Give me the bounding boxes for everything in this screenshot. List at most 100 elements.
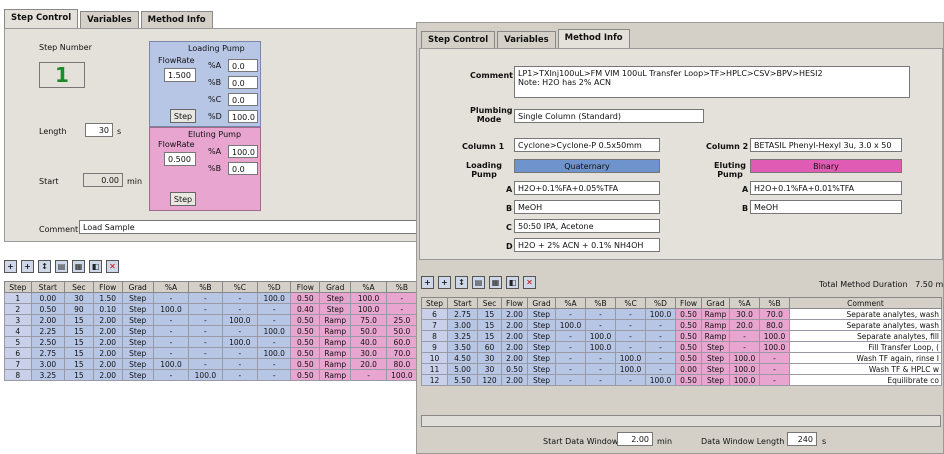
eluting-b-field[interactable]: 0.0	[228, 162, 258, 175]
table-cell[interactable]: 100.0	[729, 352, 760, 364]
table-cell[interactable]: -	[585, 319, 616, 331]
table-cell[interactable]: -	[152, 347, 190, 359]
eluting-step-button[interactable]: Step	[170, 192, 196, 206]
table-cell[interactable]: -	[221, 292, 259, 304]
table-cell[interactable]: Wash TF again, rinse I	[789, 352, 942, 364]
table-cell[interactable]: 2.00	[501, 374, 528, 386]
table-cell[interactable]: 100.0	[645, 374, 676, 386]
table-cell[interactable]: 3.00	[30, 358, 65, 370]
table-cell[interactable]: 100.0	[350, 303, 387, 315]
table-cell[interactable]: 0.50	[290, 314, 321, 326]
table-cell[interactable]: 60	[477, 341, 502, 353]
table-cell[interactable]: Step	[701, 341, 730, 353]
chart-icon[interactable]: ▤	[55, 260, 68, 273]
table-cell[interactable]: 100.0	[385, 369, 419, 381]
table-cell[interactable]: 15	[63, 358, 94, 370]
table-cell[interactable]: 15	[477, 330, 502, 342]
table-cell[interactable]: Equilibrate co	[789, 374, 942, 386]
table-cell[interactable]: 2.00	[92, 358, 123, 370]
table-cell[interactable]: 0.00	[675, 363, 702, 375]
table-cell[interactable]: 30	[477, 363, 502, 375]
table-cell[interactable]: -	[645, 330, 676, 342]
table-cell[interactable]: Step	[121, 358, 154, 370]
loading-c-field[interactable]: 0.0	[228, 93, 258, 106]
plumbing-field[interactable]: Single Column (Standard)	[514, 109, 704, 123]
table-cell[interactable]: Step	[527, 308, 556, 320]
table-cell[interactable]: Step	[121, 292, 154, 304]
method-comment-field[interactable]: LP1>TXInj100uL>FM VIM 100uL Transfer Loo…	[514, 66, 910, 98]
table-cell[interactable]: 100.0	[759, 330, 790, 342]
table-row[interactable]: 10 4.50 30 2.00 Step - -100.0-0.50 Step 100.0- Wa…	[421, 352, 942, 364]
table-cell[interactable]: 1	[4, 292, 32, 304]
table-cell[interactable]: -	[221, 303, 259, 315]
table-cell[interactable]: -	[350, 369, 387, 381]
table-cell[interactable]: Ramp	[319, 369, 352, 381]
table-cell[interactable]: Ramp	[319, 314, 352, 326]
table-cell[interactable]: -	[221, 347, 259, 359]
chart-icon[interactable]: ▤	[472, 276, 485, 289]
table-cell[interactable]: 2.00	[92, 347, 123, 359]
table-cell[interactable]: 2.00	[501, 341, 528, 353]
table-cell[interactable]: -	[615, 308, 646, 320]
table-cell[interactable]: 8	[421, 330, 448, 342]
table-cell[interactable]: 12	[421, 374, 448, 386]
solvent-b-field[interactable]: MeOH	[514, 200, 660, 214]
table-cell[interactable]: Step	[527, 363, 556, 375]
horizontal-scrollbar[interactable]	[421, 415, 941, 427]
table-cell[interactable]: 3.00	[447, 319, 478, 331]
insert-row-icon[interactable]: +	[421, 276, 434, 289]
table-cell[interactable]: -	[555, 341, 586, 353]
table-cell[interactable]: -	[729, 341, 760, 353]
table-cell[interactable]: -	[257, 336, 292, 348]
table-cell[interactable]: 100.0	[615, 352, 646, 364]
table-cell[interactable]: 6	[421, 308, 448, 320]
table-cell[interactable]: -	[555, 330, 586, 342]
table-cell[interactable]: -	[152, 336, 190, 348]
table-cell[interactable]: Step	[121, 303, 154, 315]
table-cell[interactable]: -	[257, 303, 292, 315]
grid-icon[interactable]: ▦	[72, 260, 85, 273]
table-cell[interactable]: 100.0	[729, 374, 760, 386]
table-cell[interactable]: 10	[421, 352, 448, 364]
table-cell[interactable]: 6	[4, 347, 32, 359]
table-cell[interactable]: -	[221, 358, 259, 370]
table-cell[interactable]: 0.00	[30, 292, 65, 304]
table-cell[interactable]: Ramp	[701, 330, 730, 342]
append-row-icon[interactable]: +	[438, 276, 451, 289]
table-cell[interactable]: -	[759, 363, 790, 375]
sort-icon[interactable]: ↕	[455, 276, 468, 289]
table-cell[interactable]: 15	[477, 308, 502, 320]
table-cell[interactable]: 100.0	[152, 303, 190, 315]
table-cell[interactable]: 3.25	[447, 330, 478, 342]
start-window-field[interactable]: 2.00	[617, 432, 653, 446]
copy-icon[interactable]: ◧	[89, 260, 102, 273]
table-cell[interactable]: 2.00	[501, 319, 528, 331]
table-row[interactable]: 8 3.25 15 2.00 Step -100.0- -0.50 Ramp -100.0 Sep…	[421, 330, 942, 342]
table-cell[interactable]: 80.0	[759, 319, 790, 331]
grid-icon[interactable]: ▦	[489, 276, 502, 289]
table-cell[interactable]: -	[615, 319, 646, 331]
table-cell[interactable]: 100.0	[257, 347, 292, 359]
table-cell[interactable]: -	[188, 358, 223, 370]
copy-icon[interactable]: ◧	[506, 276, 519, 289]
length-field[interactable]: 30	[85, 123, 113, 137]
table-row[interactable]: 11 5.00 30 0.50 Step - -100.0-0.00 Step 100.0- Wa…	[421, 363, 942, 375]
table-cell[interactable]: 0.10	[92, 303, 123, 315]
table-cell[interactable]: 0.50	[675, 374, 702, 386]
table-row[interactable]: 2 0.50 90 0.10 Step 100.0- - -0.40 Step 100.0-	[4, 303, 419, 315]
table-cell[interactable]: 100.0	[188, 369, 223, 381]
table-cell[interactable]: 30	[63, 292, 94, 304]
table-cell[interactable]: 30.0	[729, 308, 760, 320]
table-cell[interactable]: Separate analytes, fill	[789, 330, 942, 342]
table-row[interactable]: 8 3.25 15 2.00 Step -100.0- -0.50 Ramp -100.0	[4, 369, 419, 381]
table-cell[interactable]: 2.75	[447, 308, 478, 320]
table-cell[interactable]: 4	[4, 325, 32, 337]
table-cell[interactable]: Step	[319, 292, 352, 304]
table-cell[interactable]: Ramp	[319, 347, 352, 359]
table-cell[interactable]: 11	[421, 363, 448, 375]
table-cell[interactable]: -	[152, 292, 190, 304]
table-cell[interactable]: Step	[701, 352, 730, 364]
table-cell[interactable]: 3.50	[447, 341, 478, 353]
tab-method-info[interactable]: Method Info	[140, 11, 213, 28]
table-cell[interactable]: 20.0	[729, 319, 760, 331]
